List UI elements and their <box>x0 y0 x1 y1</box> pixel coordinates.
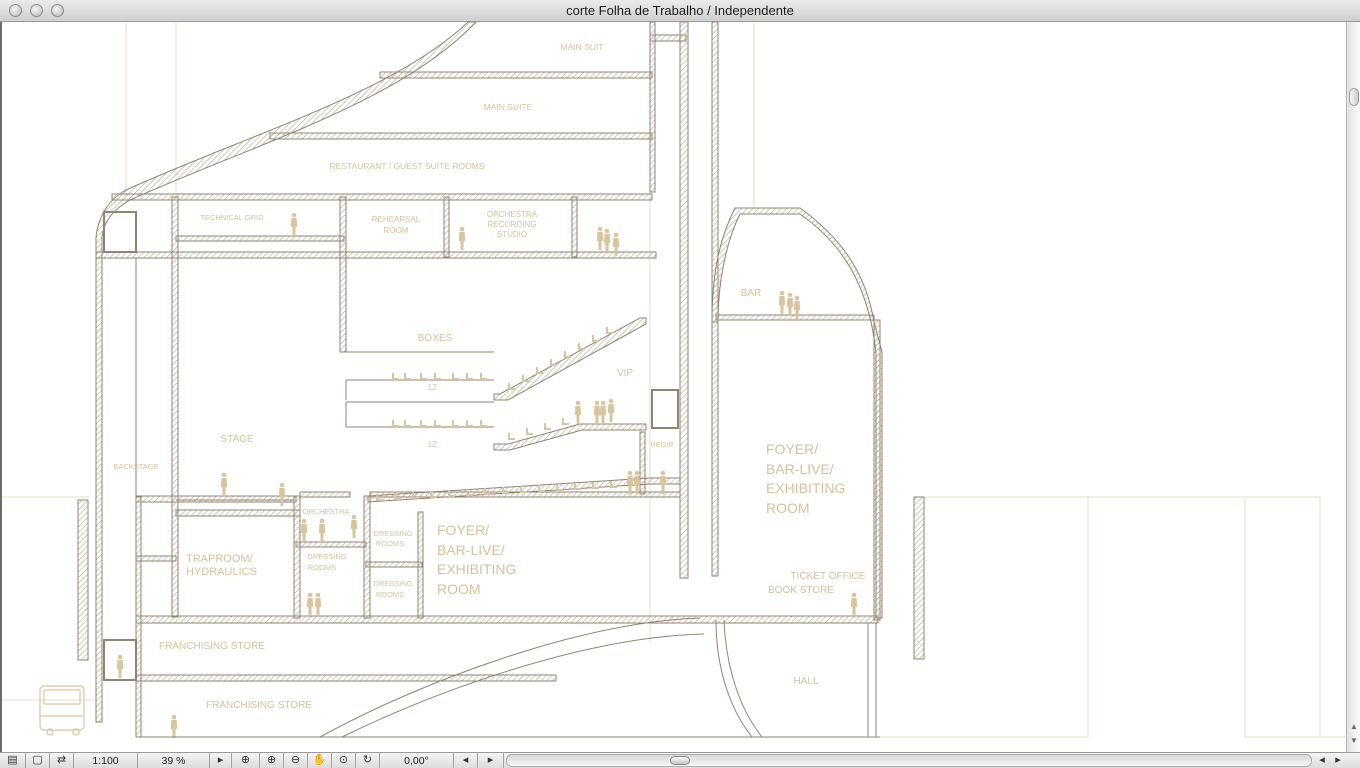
fit-window-icon: ⊙ <box>338 754 349 766</box>
scroll-left-button[interactable]: ◂ <box>1314 753 1330 768</box>
scroll-down-icon[interactable]: ▼ <box>1349 736 1359 745</box>
zoom-next-icon: ▸ <box>487 754 494 766</box>
label-stage: STAGE <box>220 434 253 445</box>
zoom-in-button[interactable]: ⊕ <box>260 753 284 768</box>
zoom-out-button[interactable]: ⊖ <box>284 753 308 768</box>
navigator-button[interactable]: ⇄ <box>50 753 74 768</box>
layers-button[interactable]: ▤ <box>0 753 26 768</box>
window-title: corte Folha de Trabalho / Independente <box>566 3 794 18</box>
label-dressing-c-2: ROOMS <box>376 590 404 599</box>
label-orchestra-recording-1: ORCHESTRA <box>487 210 538 219</box>
drawing-canvas[interactable]: MAIN SUIT MAIN SUITE RESTAURANT / GUEST … <box>0 22 1346 752</box>
label-ticket-office: TICKET OFFICE <box>791 571 866 582</box>
zoom-in-icon: ⊕ <box>266 754 277 766</box>
label-rehearsal-2: ROOM <box>384 226 409 235</box>
label-technical-grid: TECHNICAL GRID <box>200 213 264 222</box>
scroll-right-button[interactable]: ▸ <box>1330 753 1346 768</box>
status-bar: ▤ ▢ ⇄ 1:100 39 % ▸ ⊕ ⊕ ⊖ ✋ ⊙ ↻ 0,00° ◂ ▸… <box>0 752 1360 768</box>
label-book-store: BOOK STORE <box>768 585 834 596</box>
zoom-out-icon: ⊖ <box>290 754 301 766</box>
label-bar: BAR <box>741 288 762 299</box>
canvas-left-edge <box>0 22 2 752</box>
bar-tower-shell <box>711 207 883 619</box>
label-foyer-right-2: BAR-LIVE/ <box>766 461 834 477</box>
zoom-button[interactable] <box>51 4 64 17</box>
label-main-suite: MAIN SUITE <box>484 102 533 112</box>
guide-lines <box>0 22 1346 738</box>
label-foyer-right-1: FOYER/ <box>766 441 818 457</box>
room-labels: MAIN SUIT MAIN SUITE RESTAURANT / GUEST … <box>113 42 865 711</box>
zoom-next-button[interactable]: ▸ <box>478 753 504 768</box>
scroll-up-icon[interactable]: ▲ <box>1349 722 1359 731</box>
zoom-field[interactable]: 39 % <box>138 753 210 768</box>
horizontal-scrollbar[interactable] <box>506 754 1312 767</box>
seating-tiers <box>367 317 681 503</box>
preview-icon: ▢ <box>32 754 43 766</box>
label-franchising-store-2: FRANCHISING STORE <box>206 700 312 711</box>
label-vip: VIP <box>617 368 633 379</box>
navigator-icon: ⇄ <box>56 754 67 766</box>
lift-shafts <box>103 211 679 681</box>
vertical-scrollbar[interactable]: ▲ ▼ <box>1346 22 1360 752</box>
label-orchestra-recording-2: RECORDING <box>488 220 537 229</box>
floor-slabs <box>95 34 879 682</box>
label-dressing-a-1: DRESSING <box>307 552 346 561</box>
label-orchestra: ORCHESTRA <box>302 507 349 516</box>
label-hall: HALL <box>793 676 818 687</box>
scale-field[interactable]: 1:100 <box>74 753 138 768</box>
label-regie: REGIE <box>650 440 673 449</box>
label-foyer-center-2: BAR-LIVE/ <box>437 542 505 558</box>
label-row-12-b: 12 <box>428 440 437 449</box>
preview-button[interactable]: ▢ <box>26 753 50 768</box>
close-button[interactable] <box>9 4 22 17</box>
label-traproom-1: TRAPROOM/ <box>186 553 254 565</box>
label-foyer-center-3: EXHIBITING <box>437 561 516 577</box>
rotate-icon: ↻ <box>362 754 373 766</box>
label-foyer-right-3: EXHIBITING <box>766 480 845 496</box>
label-backstage: BACKSTAGE <box>113 462 158 471</box>
label-row-12-a: 12 <box>428 383 437 392</box>
rotate-button[interactable]: ↻ <box>356 753 380 768</box>
zoom-previous-button[interactable]: ◂ <box>454 753 478 768</box>
label-foyer-right-4: ROOM <box>766 500 810 516</box>
zoom-area-button[interactable]: ⊕ <box>232 753 260 768</box>
zoom-previous-icon: ◂ <box>462 754 469 766</box>
label-main-suit: MAIN SUIT <box>561 42 604 52</box>
label-dressing-b-2: ROOMS <box>376 539 404 548</box>
angle-field[interactable]: 0,00° <box>380 753 454 768</box>
play-icon: ▸ <box>217 754 224 766</box>
zoom-area-icon: ⊕ <box>240 754 251 766</box>
vertical-scroll-thumb[interactable] <box>1349 88 1359 106</box>
pan-hand-icon: ✋ <box>312 754 327 766</box>
label-franchising-store-1: FRANCHISING STORE <box>159 641 265 652</box>
walls <box>77 22 925 738</box>
label-dressing-b-1: DRESSING <box>373 529 412 538</box>
vehicle-outline <box>39 685 85 736</box>
label-dressing-c-1: DRESSING <box>373 579 412 588</box>
pan-button[interactable]: ✋ <box>308 753 332 768</box>
layers-icon: ▤ <box>7 754 18 766</box>
minimize-button[interactable] <box>30 4 43 17</box>
scroll-left-icon: ◂ <box>1319 754 1325 766</box>
label-rehearsal-1: REHEARSAL <box>372 215 421 224</box>
label-orchestra-recording-3: STUDIO <box>497 230 527 239</box>
scroll-right-icon: ▸ <box>1335 754 1341 766</box>
label-traproom-2: HYDRAULICS <box>186 566 257 578</box>
label-dressing-a-2: ROOMS <box>308 563 336 572</box>
section-drawing: MAIN SUIT MAIN SUITE RESTAURANT / GUEST … <box>0 22 1346 738</box>
label-boxes: BOXES <box>418 333 453 344</box>
window-title-bar: corte Folha de Trabalho / Independente <box>0 0 1360 22</box>
label-foyer-center-1: FOYER/ <box>437 522 489 538</box>
zoom-menu-button[interactable]: ▸ <box>210 753 232 768</box>
horizontal-scroll-thumb[interactable] <box>670 756 690 765</box>
label-foyer-center-4: ROOM <box>437 581 481 597</box>
fit-window-button[interactable]: ⊙ <box>332 753 356 768</box>
label-restaurant: RESTAURANT / GUEST SUITE ROOMS <box>330 161 485 171</box>
